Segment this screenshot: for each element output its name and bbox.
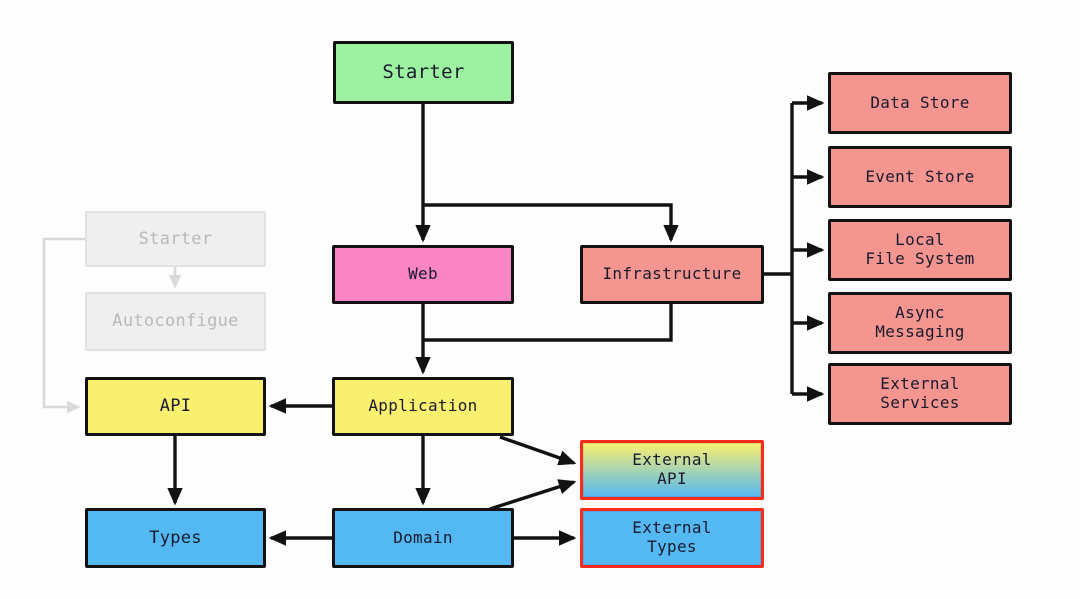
- edge-application-to-external-api: [499, 435, 577, 466]
- node-label-web: Web: [408, 264, 438, 284]
- node-event_store[interactable]: Event Store: [828, 146, 1012, 208]
- node-autoconfigue[interactable]: Autoconfigue: [85, 292, 266, 351]
- edge-starter-to-infrastructure: [423, 203, 679, 243]
- node-label-domain: Domain: [393, 527, 453, 547]
- node-label-starter_muted: Starter: [138, 228, 213, 249]
- node-label-local_fs: Local File System: [865, 230, 975, 268]
- node-label-starter: Starter: [382, 61, 465, 84]
- node-label-application: Application: [368, 396, 478, 416]
- diagram-canvas: Starter Starter Autoconfigue Web Infrastruct…: [0, 0, 1080, 599]
- node-data_store[interactable]: Data Store: [828, 72, 1012, 134]
- node-label-external_types: External Types: [632, 518, 712, 556]
- node-async_msg[interactable]: Async Messaging: [828, 292, 1012, 354]
- node-infrastructure[interactable]: Infrastructure: [580, 245, 764, 304]
- node-label-autoconfigue: Autoconfigue: [112, 311, 239, 332]
- node-label-external_api: External API: [632, 450, 712, 488]
- node-ext_services[interactable]: External Services: [828, 363, 1012, 425]
- node-types[interactable]: Types: [85, 508, 266, 568]
- edge-domain-to-external-api: [489, 479, 577, 511]
- node-web[interactable]: Web: [332, 245, 514, 304]
- node-label-types: Types: [149, 527, 202, 548]
- edge-infrastructure-to-application: [423, 304, 673, 342]
- node-label-infrastructure: Infrastructure: [602, 264, 742, 284]
- node-label-api: API: [159, 396, 192, 417]
- node-external_types[interactable]: External Types: [580, 508, 764, 568]
- node-external_api[interactable]: External API: [580, 440, 764, 500]
- node-api[interactable]: API: [85, 377, 266, 436]
- node-label-ext_services: External Services: [880, 374, 960, 412]
- node-application[interactable]: Application: [332, 377, 514, 436]
- node-local_fs[interactable]: Local File System: [828, 219, 1012, 281]
- node-label-data_store: Data Store: [870, 92, 970, 112]
- node-label-async_msg: Async Messaging: [875, 303, 965, 341]
- node-starter_muted[interactable]: Starter: [85, 211, 266, 267]
- node-starter[interactable]: Starter: [333, 41, 514, 104]
- edge-starter-muted-to-api: [42, 237, 85, 414]
- node-domain[interactable]: Domain: [332, 508, 514, 568]
- node-label-event_store: Event Store: [865, 166, 975, 186]
